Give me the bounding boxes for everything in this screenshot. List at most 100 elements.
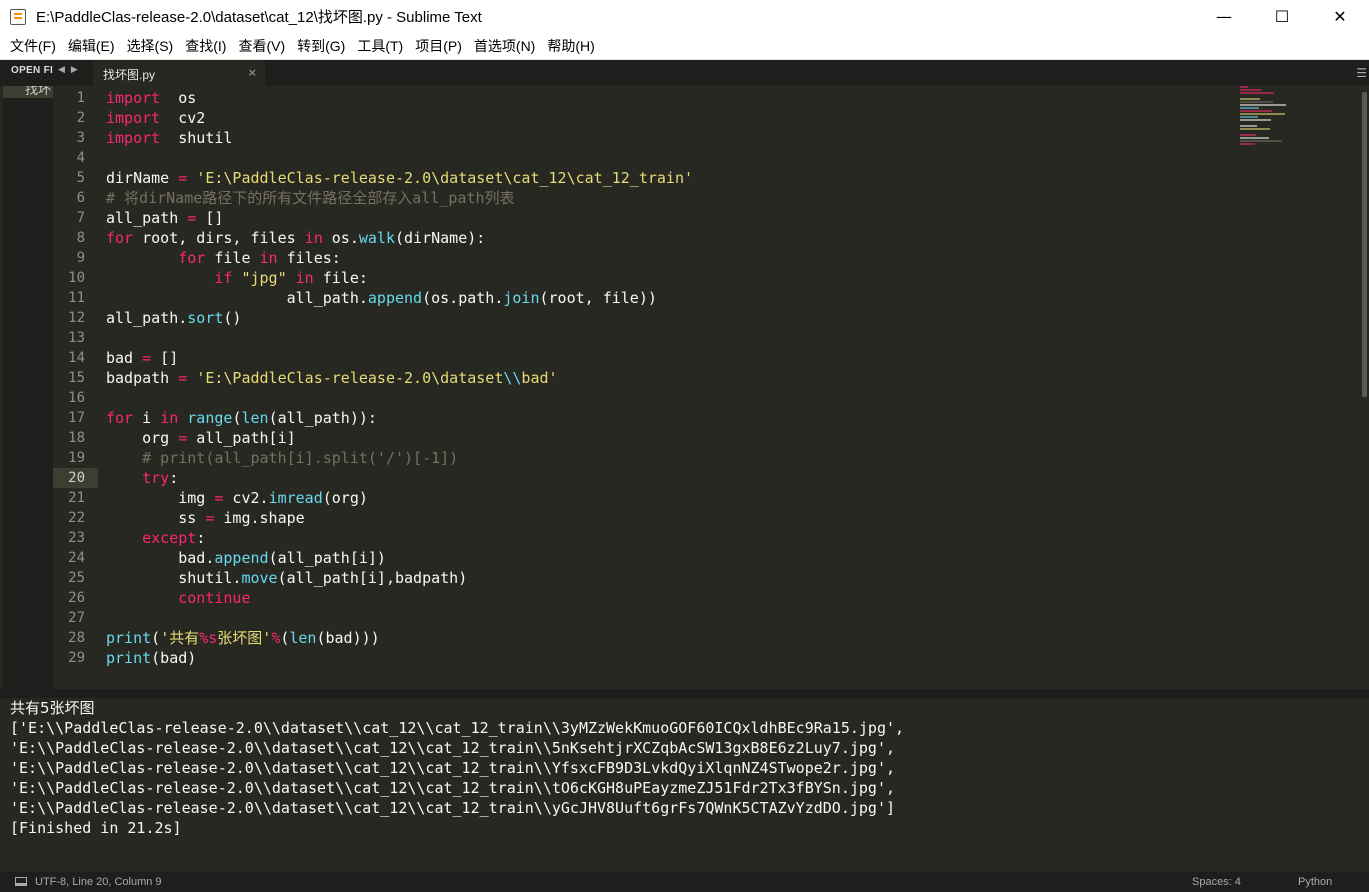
code-line[interactable]: # print(all_path[i].split('/')[-1]) [106,448,693,468]
minimap-line [1240,101,1273,103]
code-line[interactable]: bad = [] [106,348,693,368]
code-token: print [106,649,152,667]
code-line[interactable]: badpath = 'E:\PaddleClas-release-2.0\dat… [106,368,693,388]
code-line[interactable]: ss = img.shape [106,508,693,528]
code-line[interactable]: for root, dirs, files in os.walk(dirName… [106,228,693,248]
status-syntax[interactable]: Python [1298,876,1332,888]
code-editor[interactable]: 1 2 3 4 5 6 7 8 9 10 11 12 13 14 15 16 17 18 19 20 21 22 23 24 2… [53,86,1360,689]
code-token: i [133,409,161,427]
line-number: 23 [68,530,85,546]
code-line[interactable]: continue [106,588,693,608]
code-token: = [178,169,188,187]
code-line[interactable]: all_path.append(os.path.join(root, file)… [106,288,693,308]
code-token: import [106,109,161,127]
code-line[interactable]: all_path = [] [106,208,693,228]
code-line[interactable]: for i in range(len(all_path)): [106,408,693,428]
code-line[interactable]: org = all_path[i] [106,428,693,448]
minimap-line [1240,140,1282,142]
code-token: len [289,629,317,647]
code-token: () [223,309,242,327]
status-encoding-position: UTF-8, Line 20, Column 9 [35,876,162,888]
code-token: in [304,229,323,247]
close-button[interactable]: ✕ [1311,0,1369,33]
code-line[interactable]: except: [106,528,693,548]
code-line[interactable]: import shutil [106,128,693,148]
tab-overflow-menu-icon[interactable]: ☰ [1356,66,1367,80]
code-line[interactable]: print(bad) [106,648,693,668]
code-token: 张坏图' [217,629,272,647]
code-line[interactable] [106,328,693,348]
code-line[interactable]: if "jpg" in file: [106,268,693,288]
code-line[interactable]: all_path.sort() [106,308,693,328]
code-token: 'E:\PaddleClas-release-2.0\dataset\cat_1… [196,169,694,187]
code-line[interactable]: dirName = 'E:\PaddleClas-release-2.0\dat… [106,168,693,188]
code-line[interactable]: # 将dirName路径下的所有文件路径全部存入all_path列表 [106,188,693,208]
minimap-line [1240,104,1286,106]
line-number: 8 [76,230,85,246]
menu-find[interactable]: 查找(I) [179,36,232,56]
code-line[interactable] [106,148,693,168]
status-indentation[interactable]: Spaces: 4 [1192,876,1241,888]
code-token: (all_path[i]) [268,549,386,567]
line-number: 15 [68,370,85,386]
code-line[interactable] [106,388,693,408]
line-number: 12 [68,310,85,326]
code-line[interactable]: print('共有%s张坏图'%(len(bad))) [106,628,693,648]
code-token: (os.path. [422,289,504,307]
menu-file[interactable]: 文件(F) [4,36,62,56]
menu-help[interactable]: 帮助(H) [541,36,600,56]
output-line: [Finished in 21.2s] [10,819,182,837]
line-number: 22 [68,510,85,526]
minimap-line [1240,95,1287,97]
code-token: (dirName): [395,229,486,247]
code-token: = [178,369,188,387]
menu-edit[interactable]: 编辑(E) [62,36,121,56]
tab-close-icon[interactable]: × [248,66,257,79]
tab-prev-icon[interactable]: ◀ [58,65,65,75]
output-line: ['E:\\PaddleClas-release-2.0\\dataset\\c… [10,719,905,737]
code-token: try [142,469,170,487]
sidebar-open-file[interactable]: 找坏 [3,86,53,98]
minimap-line [1240,125,1257,127]
code-line[interactable]: shutil.move(all_path[i],badpath) [106,568,693,588]
code-token: shutil. [106,569,242,587]
menu-goto[interactable]: 转到(G) [291,36,351,56]
minimize-button[interactable]: — [1195,0,1253,33]
code-token: \\ [503,369,522,387]
maximize-button[interactable]: ☐ [1253,0,1311,33]
tab-next-icon[interactable]: ▶ [71,65,78,75]
line-number: 26 [68,590,85,606]
menu-view[interactable]: 查看(V) [232,36,291,56]
panel-divider[interactable] [0,689,1369,698]
code-token: cv2 [160,109,206,127]
code-line[interactable]: img = cv2.imread(org) [106,488,693,508]
tab-nav-arrows: ◀ ▶ [58,65,84,75]
code-line[interactable]: import os [106,88,693,108]
line-number-gutter: 1 2 3 4 5 6 7 8 9 10 11 12 13 14 15 16 17 18 19 20 21 22 23 24 2… [53,88,98,668]
menu-tools[interactable]: 工具(T) [351,36,409,56]
code-line[interactable]: try: [106,468,693,488]
menu-project[interactable]: 项目(P) [409,36,468,56]
line-number: 5 [76,170,85,186]
editor-scrollbar[interactable] [1362,92,1367,397]
code-token: (root, file)) [539,289,657,307]
open-files-header: OPEN FI [3,60,53,86]
menu-selection[interactable]: 选择(S) [121,36,180,56]
code-line[interactable]: for file in files: [106,248,693,268]
code-token: sort [187,309,224,327]
tab-active-file[interactable]: 找坏图.py × [93,60,265,86]
code-area[interactable]: import os import cv2 import shutil dirName … [106,88,693,668]
code-line[interactable] [106,608,693,628]
code-line[interactable]: bad.append(all_path[i]) [106,548,693,568]
code-token: (bad) [151,649,197,667]
panel-toggle-icon[interactable] [15,877,27,886]
code-line[interactable]: import cv2 [106,108,693,128]
menu-preferences[interactable]: 首选项(N) [468,36,541,56]
minimap[interactable] [1240,86,1300,146]
line-number: 14 [68,350,85,366]
